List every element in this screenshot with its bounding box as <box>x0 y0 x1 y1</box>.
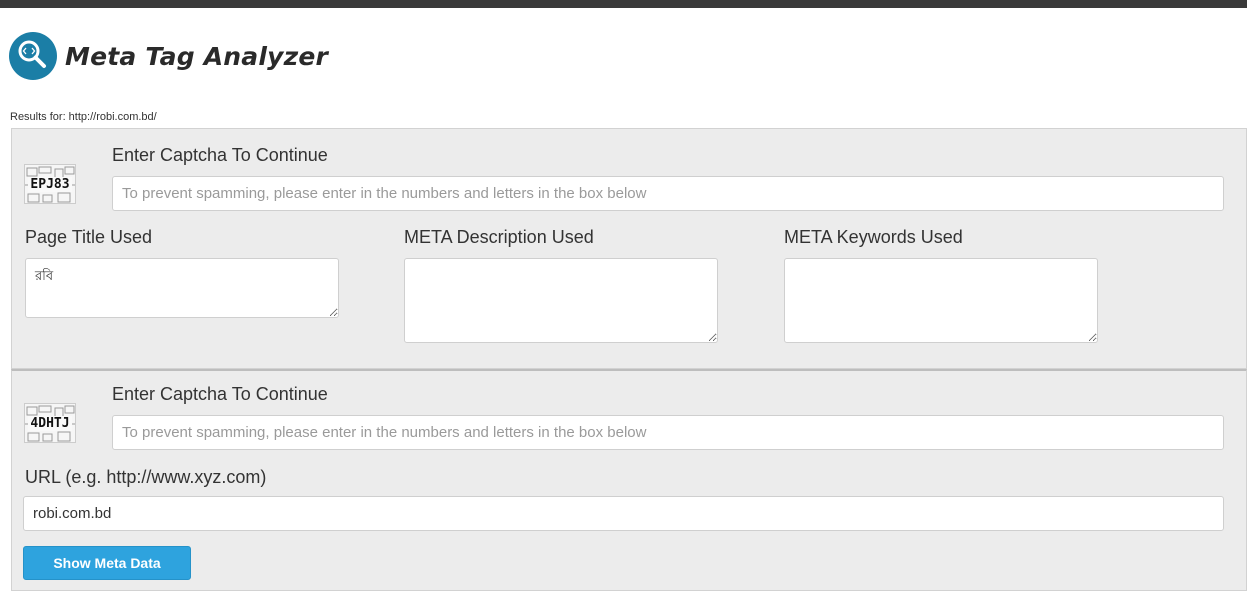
captcha-image: EPJ83 <box>24 164 76 204</box>
meta-keywords-label: META Keywords Used <box>784 227 963 247</box>
captcha-image: 4DHTJ <box>24 403 76 443</box>
page-title-label: Page Title Used <box>25 227 153 247</box>
captcha-label: Enter Captcha To Continue <box>112 145 328 165</box>
show-meta-data-button[interactable]: Show Meta Data <box>23 546 191 580</box>
captcha-input[interactable] <box>112 176 1224 211</box>
meta-keywords-field[interactable] <box>784 258 1098 343</box>
brand-header: Meta Tag Analyzer <box>9 31 328 81</box>
meta-description-label: META Description Used <box>404 227 594 247</box>
lookup-form-panel: 4DHTJ Enter Captcha To Continue URL (e.g… <box>11 369 1247 591</box>
top-border <box>0 0 1247 8</box>
meta-description-field[interactable] <box>404 258 718 343</box>
captcha-input[interactable] <box>112 415 1224 450</box>
captcha-code: EPJ83 <box>28 176 72 192</box>
magnify-code-icon <box>9 32 57 80</box>
results-for-label: Results for: http://robi.com.bd/ <box>10 111 157 123</box>
url-input[interactable] <box>23 496 1224 531</box>
captcha-label: Enter Captcha To Continue <box>112 384 328 404</box>
page-title-field[interactable]: রবি <box>25 258 339 318</box>
url-label: URL (e.g. http://www.xyz.com) <box>25 467 267 487</box>
captcha-code: 4DHTJ <box>28 415 72 431</box>
results-panel: EPJ83 Enter Captcha To Continue Page Tit… <box>11 128 1247 369</box>
app-title: Meta Tag Analyzer <box>65 41 329 71</box>
